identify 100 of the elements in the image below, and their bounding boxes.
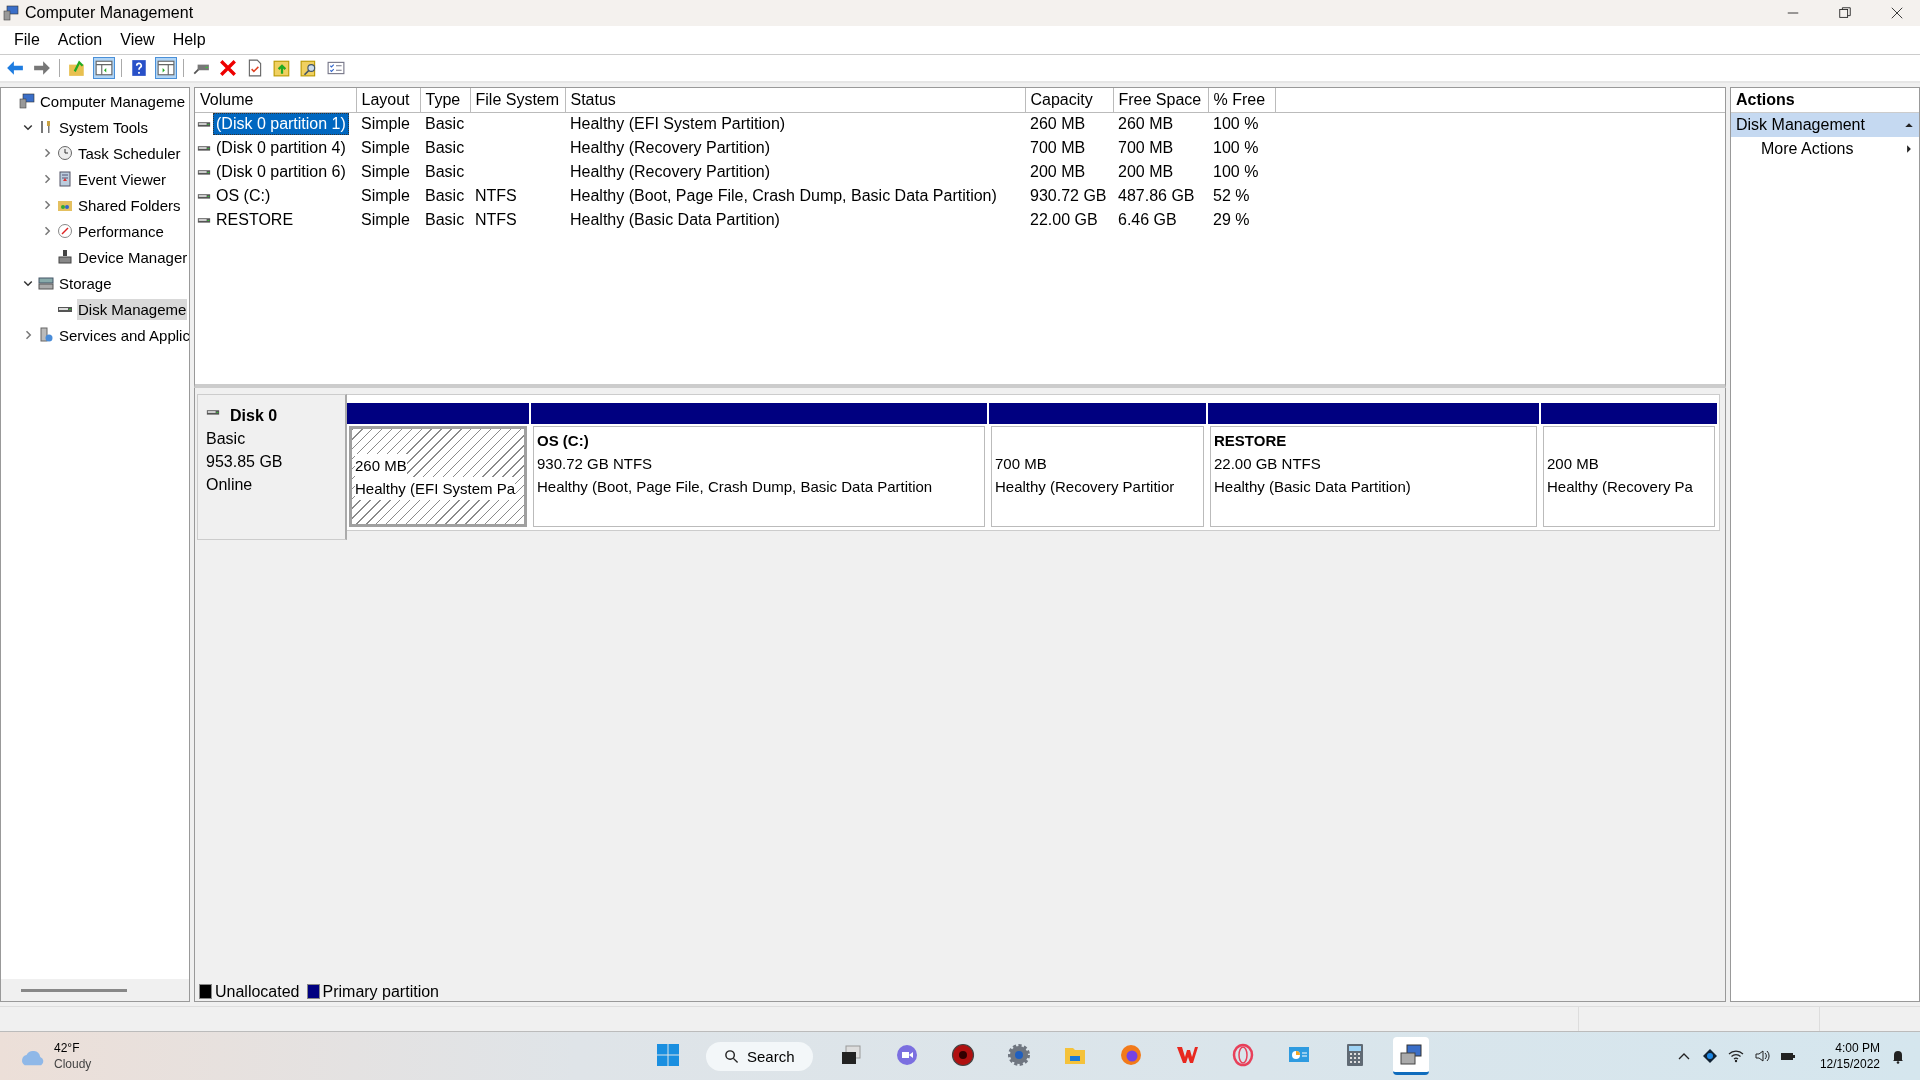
column-header[interactable]: Free Space <box>1113 88 1208 112</box>
partition-block[interactable]: 200 MB Healthy (Recovery Pa <box>1543 426 1715 527</box>
tree-item[interactable]: Services and Applic <box>58 324 189 346</box>
partition-status: Healthy (EFI System Pa <box>355 477 516 500</box>
column-header[interactable]: Status <box>565 88 1025 112</box>
column-header[interactable]: Type <box>420 88 470 112</box>
table-cell: 260 MB <box>1118 115 1174 133</box>
delete-icon[interactable] <box>217 57 239 79</box>
partition-size: 260 MB <box>355 454 407 477</box>
pane-icon[interactable] <box>93 57 115 79</box>
legend-label: Unallocated <box>215 983 300 1001</box>
legend-label: Primary partition <box>322 983 439 1001</box>
table-cell: Simple <box>361 187 410 204</box>
tree-item[interactable]: Storage <box>58 272 113 294</box>
column-header[interactable]: % Free <box>1208 88 1275 112</box>
wifi-icon[interactable] <box>1727 1048 1744 1064</box>
table-cell: Simple <box>361 115 410 133</box>
restore-icon[interactable] <box>1838 6 1852 20</box>
menu-item[interactable]: Help <box>164 31 214 49</box>
column-header[interactable]: File System <box>470 88 565 112</box>
pane-icon[interactable] <box>155 57 177 79</box>
menu-item[interactable]: Action <box>49 31 111 49</box>
column-header[interactable]: Layout <box>356 88 420 112</box>
table-cell: 6.46 GB <box>1118 211 1177 228</box>
scrollbar-thumb[interactable] <box>21 988 127 992</box>
weather-condition: Cloudy <box>54 1056 92 1072</box>
tree-item[interactable]: Task Scheduler <box>77 142 182 164</box>
close-icon[interactable] <box>1890 6 1904 20</box>
clock-date[interactable]: 12/15/2022 <box>1819 1056 1880 1072</box>
table-cell: 100 % <box>1213 163 1259 180</box>
clock-icon <box>57 145 73 161</box>
diamond-icon[interactable] <box>1701 1048 1718 1064</box>
tree-item[interactable]: Shared Folders <box>77 194 182 216</box>
partition-status: Healthy (Recovery Partitior <box>995 477 1176 497</box>
table-cell[interactable]: (Disk 0 partition 4) <box>213 137 349 159</box>
menu-item[interactable]: View <box>112 31 163 49</box>
partition-block[interactable]: RESTORE 22.00 GB NTFS Healthy (Basic Data Partition) <box>1210 426 1537 527</box>
table-cell: Healthy (Recovery Partition) <box>570 163 771 180</box>
partition-block[interactable]: OS (C:) 930.72 GB NTFS Healthy (Boot, Page File, Crash Dump, Basic Data Partition <box>533 426 985 527</box>
disc-icon <box>950 1043 975 1067</box>
table-cell: 930.72 GB <box>1030 187 1107 204</box>
table-cell[interactable]: RESTORE <box>213 209 297 231</box>
table-cell: 22.00 GB <box>1030 211 1098 228</box>
action-link[interactable]: More Actions <box>1761 140 1854 158</box>
table-cell: Simple <box>361 163 410 180</box>
table-cell: Basic <box>425 187 465 204</box>
ring-icon <box>1230 1043 1255 1067</box>
table-cell: 29 % <box>1213 211 1250 228</box>
partition-size: 200 MB <box>1547 454 1600 474</box>
table-cell: Basic <box>425 115 465 133</box>
taskbar-button[interactable] <box>1392 1037 1429 1075</box>
partition-block[interactable]: 260 MB Healthy (EFI System Pa <box>349 426 527 527</box>
tree-item[interactable]: Computer Manageme <box>39 90 187 112</box>
tree-item[interactable]: Disk Manageme <box>77 298 188 320</box>
section-header[interactable]: Disk Management <box>1736 116 1865 134</box>
settings-icon <box>1006 1043 1031 1067</box>
device-icon <box>57 249 73 265</box>
table-cell: 52 % <box>1213 187 1250 204</box>
computer-management-icon <box>1398 1043 1423 1067</box>
clock-time[interactable]: 4:00 PM <box>1835 1040 1880 1056</box>
storage-icon <box>38 275 54 291</box>
start-icon <box>656 1043 680 1067</box>
table-cell[interactable]: (Disk 0 partition 6) <box>213 161 349 183</box>
partition-size: 930.72 GB NTFS <box>537 454 654 474</box>
disk-label-panel[interactable]: Disk 0 Basic 953.85 GB Online <box>197 394 347 540</box>
temperature: 42°F <box>54 1040 81 1056</box>
table-cell: 700 MB <box>1118 139 1174 156</box>
video-call-icon <box>894 1043 919 1067</box>
table-cell: Healthy (Basic Data Partition) <box>570 211 780 228</box>
search-field[interactable]: Search <box>706 1041 813 1071</box>
table-cell[interactable]: (Disk 0 partition 1) <box>213 113 349 136</box>
tree-item[interactable]: Device Manager <box>77 246 189 268</box>
table-cell: Basic <box>425 139 465 156</box>
log-icon <box>57 171 73 187</box>
table-cell: NTFS <box>475 187 517 204</box>
tree-item[interactable]: System Tools <box>58 116 149 138</box>
partition-status: Healthy (Boot, Page File, Crash Dump, Basic Data Partition <box>537 477 934 497</box>
table-cell: 100 % <box>1213 139 1259 156</box>
volume-icon[interactable] <box>1753 1048 1770 1064</box>
disk-type: Basic <box>206 429 247 449</box>
column-header[interactable]: Capacity <box>1025 88 1113 112</box>
tree-item[interactable]: Event Viewer <box>77 168 168 190</box>
table-cell: Healthy (EFI System Partition) <box>570 115 786 133</box>
partition-block[interactable]: 700 MB Healthy (Recovery Partitior <box>991 426 1204 527</box>
partition-status: Healthy (Basic Data Partition) <box>1214 477 1412 497</box>
menu-item[interactable]: File <box>6 31 48 49</box>
table-cell: Healthy (Boot, Page File, Crash Dump, Basic Data Partition) <box>570 187 997 204</box>
search-icon <box>724 1048 739 1064</box>
fox-icon <box>1118 1043 1143 1067</box>
tree-item[interactable]: Performance <box>77 220 165 242</box>
table-cell: 200 MB <box>1118 163 1174 180</box>
disk-size: 953.85 GB <box>206 452 284 472</box>
gauge-icon <box>57 223 73 239</box>
table-cell[interactable]: OS (C:) <box>213 185 274 207</box>
column-header[interactable]: Volume <box>195 88 356 112</box>
computer-icon <box>19 93 35 109</box>
search-label: Search <box>747 1047 795 1065</box>
table-cell: Basic <box>425 211 465 228</box>
table-cell: 487.86 GB <box>1118 187 1195 204</box>
partition-status: Healthy (Recovery Pa <box>1547 477 1694 497</box>
